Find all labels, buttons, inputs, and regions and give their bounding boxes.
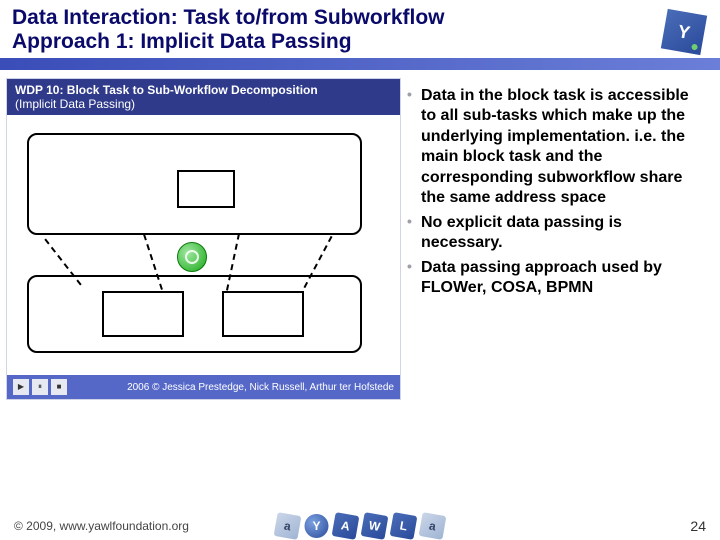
footer-logo-icon: L: [390, 512, 418, 540]
logo-dot-icon: [691, 44, 698, 51]
bullet-item: Data in the block task is accessible to …: [407, 86, 704, 209]
diagram-title-bar: WDP 10: Block Task to Sub-Workflow Decom…: [7, 79, 400, 115]
footer-logo-icon: a: [419, 512, 447, 540]
slide-header: Data Interaction: Task to/from Subworkfl…: [0, 0, 720, 58]
stop-button[interactable]: ■: [51, 379, 67, 395]
decomposition-connector-icon: [177, 242, 207, 272]
header-divider: [0, 58, 720, 70]
footer-logo-row: a Y A W L a: [276, 514, 445, 538]
footer-logo-icon: a: [274, 512, 302, 540]
copyright-text: © 2009, www.yawlfoundation.org: [14, 519, 189, 533]
yawl-logo-icon: Y: [661, 9, 707, 55]
page-number: 24: [690, 518, 706, 534]
playback-controls: ▶ ⏸ ■: [13, 379, 67, 395]
footer-logo-icon: Y: [305, 514, 329, 538]
diagram-title-main: WDP 10: Block Task to Sub-Workflow Decom…: [15, 83, 392, 97]
slide-footer: © 2009, www.yawlfoundation.org a Y A W L…: [0, 518, 720, 534]
subworkflow-box: [27, 275, 362, 353]
main-content: WDP 10: Block Task to Sub-Workflow Decom…: [0, 70, 720, 400]
logo-letter: Y: [676, 21, 691, 44]
title-line-1: Data Interaction: Task to/from Subworkfl…: [12, 6, 708, 30]
diagram-canvas: [7, 115, 400, 375]
diagram-title-sub: (Implicit Data Passing): [15, 97, 392, 111]
subtask-box-2: [222, 291, 304, 337]
bullet-list: Data in the block task is accessible to …: [405, 78, 710, 303]
bullet-item: Data passing approach used by FLOWer, CO…: [407, 258, 704, 299]
diagram-footer: ▶ ⏸ ■ 2006 © Jessica Prestedge, Nick Rus…: [7, 375, 400, 399]
subtask-box-1: [102, 291, 184, 337]
title-line-2: Approach 1: Implicit Data Passing: [12, 30, 708, 54]
footer-logo-icon: A: [332, 512, 360, 540]
play-button[interactable]: ▶: [13, 379, 29, 395]
pause-button[interactable]: ⏸: [32, 379, 48, 395]
footer-logo-icon: W: [361, 512, 389, 540]
diagram-credit: 2006 © Jessica Prestedge, Nick Russell, …: [127, 382, 394, 393]
block-task-inner-box: [177, 170, 235, 208]
bullet-item: No explicit data passing is necessary.: [407, 213, 704, 254]
diagram-panel: WDP 10: Block Task to Sub-Workflow Decom…: [6, 78, 401, 400]
